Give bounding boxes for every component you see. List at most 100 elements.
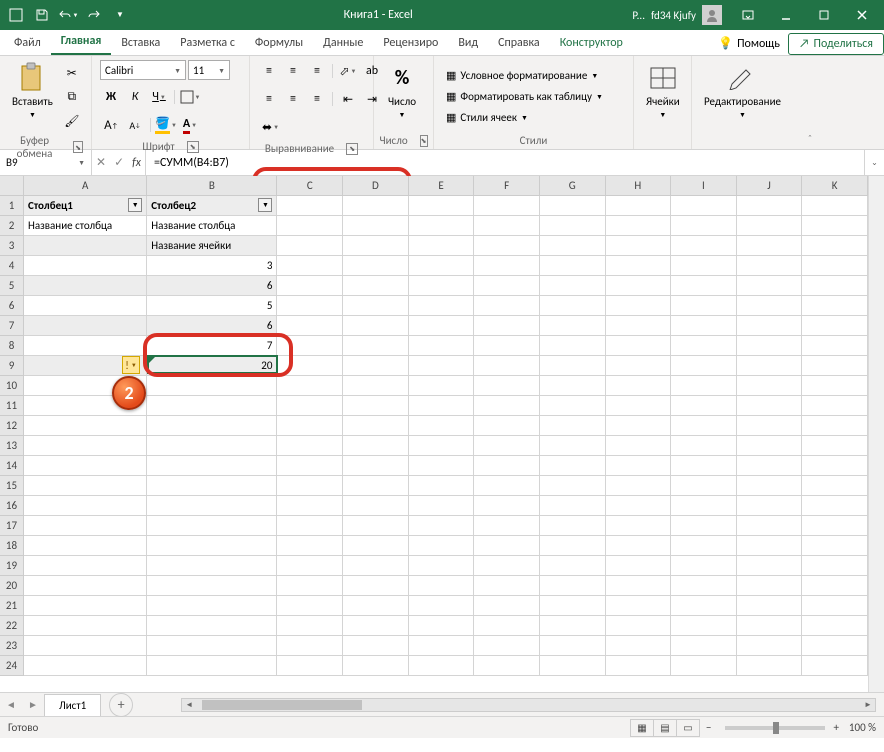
- cell-E20[interactable]: [409, 576, 475, 596]
- row-header-16[interactable]: 16: [0, 496, 24, 516]
- number-format-button[interactable]: % Число ▼: [382, 60, 422, 121]
- cell-G1[interactable]: [540, 196, 606, 216]
- cell-K15[interactable]: [802, 476, 868, 496]
- add-sheet-button[interactable]: +: [109, 693, 133, 717]
- cell-J18[interactable]: [737, 536, 803, 556]
- cell-C7[interactable]: [277, 316, 343, 336]
- paste-button[interactable]: Вставить ▼: [8, 60, 57, 121]
- cell-C3[interactable]: [277, 236, 343, 256]
- cell-G22[interactable]: [540, 616, 606, 636]
- cell-C6[interactable]: [277, 296, 343, 316]
- cell-F15[interactable]: [474, 476, 540, 496]
- cell-E3[interactable]: [409, 236, 475, 256]
- cell-G12[interactable]: [540, 416, 606, 436]
- cell-K24[interactable]: [802, 656, 868, 676]
- cell-D20[interactable]: [343, 576, 409, 596]
- cell-I16[interactable]: [671, 496, 737, 516]
- cell-J2[interactable]: [737, 216, 803, 236]
- cell-D9[interactable]: [343, 356, 409, 376]
- cell-J14[interactable]: [737, 456, 803, 476]
- cell-K12[interactable]: [802, 416, 868, 436]
- row-header-21[interactable]: 21: [0, 596, 24, 616]
- row-header-7[interactable]: 7: [0, 316, 24, 336]
- user-name[interactable]: fd34 Kjufy: [651, 9, 696, 22]
- cell-J17[interactable]: [737, 516, 803, 536]
- cell-K8[interactable]: [802, 336, 868, 356]
- cell-styles-button[interactable]: ▦Стили ячеек▼: [442, 109, 532, 126]
- cell-I2[interactable]: [671, 216, 737, 236]
- cell-G9[interactable]: [540, 356, 606, 376]
- cell-A20[interactable]: [24, 576, 147, 596]
- cell-J15[interactable]: [737, 476, 803, 496]
- row-header-9[interactable]: 9: [0, 356, 24, 376]
- cell-E5[interactable]: [409, 276, 475, 296]
- cell-J11[interactable]: [737, 396, 803, 416]
- cell-I24[interactable]: [671, 656, 737, 676]
- formula-input[interactable]: =СУММ(B4:B7): [146, 150, 864, 175]
- cell-K11[interactable]: [802, 396, 868, 416]
- undo-icon[interactable]: ▼: [56, 3, 80, 27]
- cell-B9[interactable]: 20: [147, 356, 277, 376]
- cell-H2[interactable]: [606, 216, 672, 236]
- cell-E18[interactable]: [409, 536, 475, 556]
- cell-K21[interactable]: [802, 596, 868, 616]
- cell-H16[interactable]: [606, 496, 672, 516]
- cell-A15[interactable]: [24, 476, 147, 496]
- cell-B13[interactable]: [147, 436, 277, 456]
- copy-icon[interactable]: ⧉: [61, 86, 83, 108]
- bold-button[interactable]: Ж: [100, 86, 122, 108]
- cell-B18[interactable]: [147, 536, 277, 556]
- view-pagebreak-icon[interactable]: ▭: [676, 719, 700, 737]
- cell-I1[interactable]: [671, 196, 737, 216]
- cell-D22[interactable]: [343, 616, 409, 636]
- decrease-font-icon[interactable]: A↓: [124, 114, 146, 136]
- cell-F18[interactable]: [474, 536, 540, 556]
- fx-icon[interactable]: fx: [132, 156, 141, 170]
- cell-A1[interactable]: Столбец1▼: [24, 196, 147, 216]
- column-header-h[interactable]: H: [606, 176, 672, 196]
- row-header-6[interactable]: 6: [0, 296, 24, 316]
- tab-nav-next[interactable]: ►: [22, 698, 44, 711]
- cell-A3[interactable]: [24, 236, 147, 256]
- cell-F2[interactable]: [474, 216, 540, 236]
- cell-E13[interactable]: [409, 436, 475, 456]
- cell-I15[interactable]: [671, 476, 737, 496]
- column-header-b[interactable]: B: [147, 176, 277, 196]
- cell-J4[interactable]: [737, 256, 803, 276]
- cell-A7[interactable]: [24, 316, 147, 336]
- row-headers[interactable]: 123456789101112131415161718192021222324: [0, 196, 24, 676]
- cell-E12[interactable]: [409, 416, 475, 436]
- cell-G19[interactable]: [540, 556, 606, 576]
- column-header-c[interactable]: C: [277, 176, 343, 196]
- cell-D2[interactable]: [343, 216, 409, 236]
- row-header-13[interactable]: 13: [0, 436, 24, 456]
- cell-G23[interactable]: [540, 636, 606, 656]
- cell-E1[interactable]: [409, 196, 475, 216]
- cell-C13[interactable]: [277, 436, 343, 456]
- cell-G16[interactable]: [540, 496, 606, 516]
- cell-A22[interactable]: [24, 616, 147, 636]
- cell-D1[interactable]: [343, 196, 409, 216]
- cell-H8[interactable]: [606, 336, 672, 356]
- sheet-tab-1[interactable]: Лист1: [44, 694, 101, 716]
- cell-G6[interactable]: [540, 296, 606, 316]
- cell-C8[interactable]: [277, 336, 343, 356]
- cell-G5[interactable]: [540, 276, 606, 296]
- cell-E2[interactable]: [409, 216, 475, 236]
- cell-G18[interactable]: [540, 536, 606, 556]
- cell-F3[interactable]: [474, 236, 540, 256]
- cell-H20[interactable]: [606, 576, 672, 596]
- underline-button[interactable]: Ч▼: [148, 86, 170, 108]
- cell-H18[interactable]: [606, 536, 672, 556]
- cell-C24[interactable]: [277, 656, 343, 676]
- cell-C4[interactable]: [277, 256, 343, 276]
- hscroll-right[interactable]: ►: [861, 700, 875, 710]
- cell-F10[interactable]: [474, 376, 540, 396]
- cell-C10[interactable]: [277, 376, 343, 396]
- cell-E11[interactable]: [409, 396, 475, 416]
- cell-E23[interactable]: [409, 636, 475, 656]
- cell-B12[interactable]: [147, 416, 277, 436]
- cell-D23[interactable]: [343, 636, 409, 656]
- tab-insert[interactable]: Вставка: [111, 30, 170, 55]
- cell-G3[interactable]: [540, 236, 606, 256]
